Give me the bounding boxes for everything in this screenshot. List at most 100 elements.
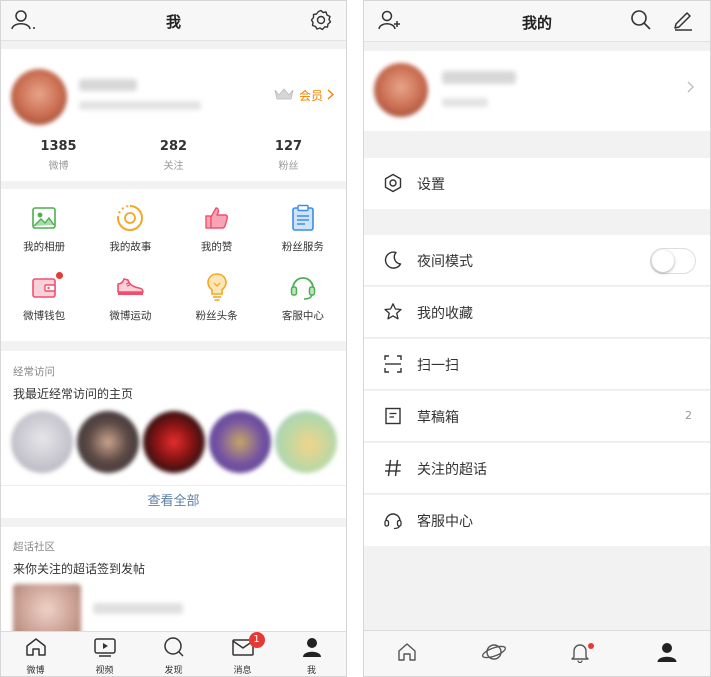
search-icon[interactable] (630, 9, 652, 35)
grid-label: 我的故事 (109, 241, 152, 253)
bottom-tab-bar: 微博 视频 发现 1 消息 我 (1, 631, 346, 676)
crown-icon (273, 87, 295, 104)
headset-icon (288, 272, 318, 302)
grid-item-sport[interactable]: 微博运动 (87, 272, 173, 340)
stat-label: 微博 (48, 161, 69, 172)
grid-item-likes[interactable]: 我的赞 (174, 203, 260, 271)
tab-label: 视频 (95, 666, 114, 676)
tab-me[interactable] (624, 631, 711, 676)
grid-item-support[interactable]: 客服中心 (260, 272, 346, 340)
frequently-visited: 经常访问 我最近经常访问的主页 查看全部 (1, 351, 346, 518)
section-title: 来你关注的超话签到发帖 (13, 562, 146, 576)
view-all-link[interactable]: 查看全部 (1, 485, 346, 518)
avatar[interactable] (11, 69, 67, 125)
stat-label: 粉丝 (278, 161, 299, 172)
page-title: 我 (165, 13, 181, 31)
profile-icon (302, 637, 322, 661)
feature-grid: 我的相册 我的故事 我的赞 粉丝服务 微博钱包 微博运动 粉丝头条 客服中心 (1, 189, 346, 341)
lightbulb-icon (202, 272, 232, 302)
notification-dot (56, 272, 63, 279)
row-label: 扫一扫 (417, 358, 459, 374)
tab-me[interactable]: 我 (277, 632, 346, 676)
grid-label: 粉丝头条 (195, 310, 238, 322)
divider (364, 389, 710, 390)
tab-home[interactable] (364, 631, 451, 676)
profile-card[interactable]: 会员 1385 微博 282 关注 127 粉丝 (1, 49, 346, 181)
visited-avatar[interactable] (275, 411, 337, 473)
stat-posts[interactable]: 1385 微博 (1, 139, 116, 172)
visited-avatar[interactable] (209, 411, 271, 473)
visited-avatar[interactable] (77, 411, 139, 473)
avatar[interactable] (374, 63, 428, 117)
super-topic-section: 超话社区 来你关注的超话签到发帖 (1, 527, 346, 640)
top-bar: 我 (1, 1, 346, 41)
grid-item-fan-service[interactable]: 粉丝服务 (260, 203, 346, 271)
section-caption: 经常访问 (13, 366, 55, 378)
row-label: 夜间模式 (417, 254, 473, 270)
page-title: 我的 (521, 14, 552, 32)
vip-entry[interactable]: 会员 (273, 87, 335, 104)
row-settings[interactable]: 设置 (364, 158, 710, 209)
story-icon (115, 203, 145, 233)
settings-gear-icon[interactable] (310, 9, 332, 35)
divider (364, 285, 710, 286)
tab-messages[interactable]: 1 消息 (208, 632, 277, 676)
tab-label: 消息 (233, 666, 252, 676)
grid-item-story[interactable]: 我的故事 (87, 203, 173, 271)
discover-icon (163, 637, 185, 661)
tab-video[interactable]: 视频 (70, 632, 139, 676)
stat-following[interactable]: 282 关注 (116, 139, 231, 172)
stat-number: 282 (159, 139, 188, 154)
divider (364, 493, 710, 494)
grid-label: 微博运动 (109, 310, 152, 322)
section-caption: 超话社区 (13, 541, 55, 553)
bio-blurred (79, 101, 201, 110)
settings-hexagon-icon (382, 172, 404, 194)
grid-item-wallet[interactable]: 微博钱包 (1, 272, 87, 340)
row-label: 草稿箱 (417, 410, 459, 426)
grid-item-fan-headline[interactable]: 粉丝头条 (174, 272, 260, 340)
tab-label: 我 (306, 666, 316, 676)
topic-name-blurred (93, 603, 183, 614)
stat-followers[interactable]: 127 粉丝 (231, 139, 346, 172)
home-icon (25, 637, 47, 661)
bio-blurred (442, 98, 488, 107)
grid-label: 微博钱包 (23, 310, 66, 322)
row-favorites[interactable]: 我的收藏 (364, 287, 710, 338)
drafts-icon (382, 405, 404, 427)
edit-icon[interactable] (672, 9, 694, 35)
grid-label: 客服中心 (281, 310, 324, 322)
grid-item-album[interactable]: 我的相册 (1, 203, 87, 271)
toggle-knob (652, 250, 674, 272)
thumbs-up-icon (202, 203, 232, 233)
stats-row: 1385 微博 282 关注 127 粉丝 (1, 139, 346, 172)
screen-me: 我 会员 1385 微博 282 关注 127 粉丝 我的相册 我的故事 我的赞… (0, 0, 347, 677)
night-mode-toggle[interactable] (650, 248, 696, 274)
row-followed-topics[interactable]: 关注的超话 (364, 443, 710, 494)
video-icon (93, 637, 117, 661)
row-drafts[interactable]: 草稿箱 2 (364, 391, 710, 442)
row-customer-service[interactable]: 客服中心 (364, 495, 710, 546)
tab-notifications[interactable] (537, 631, 624, 676)
tab-weibo[interactable]: 微博 (1, 632, 70, 676)
tab-label: 发现 (164, 666, 183, 676)
top-bar: 我的 (364, 1, 710, 42)
tab-discover[interactable]: 发现 (139, 632, 208, 676)
tab-discover[interactable] (451, 631, 538, 676)
planet-icon (481, 641, 507, 667)
profile-card[interactable] (364, 51, 710, 131)
row-label: 关注的超话 (417, 462, 487, 478)
username-blurred (442, 71, 516, 84)
stat-label: 关注 (163, 161, 184, 172)
visited-avatar[interactable] (143, 411, 205, 473)
stat-number: 1385 (40, 139, 77, 154)
photo-album-icon (29, 203, 59, 233)
profile-icon (656, 641, 678, 667)
row-label: 客服中心 (417, 514, 473, 530)
vip-label: 会员 (298, 89, 323, 103)
sneaker-icon (115, 272, 145, 302)
notification-dot (588, 643, 595, 649)
row-scan[interactable]: 扫一扫 (364, 339, 710, 390)
visited-avatar[interactable] (11, 411, 73, 473)
moon-icon (382, 249, 404, 271)
